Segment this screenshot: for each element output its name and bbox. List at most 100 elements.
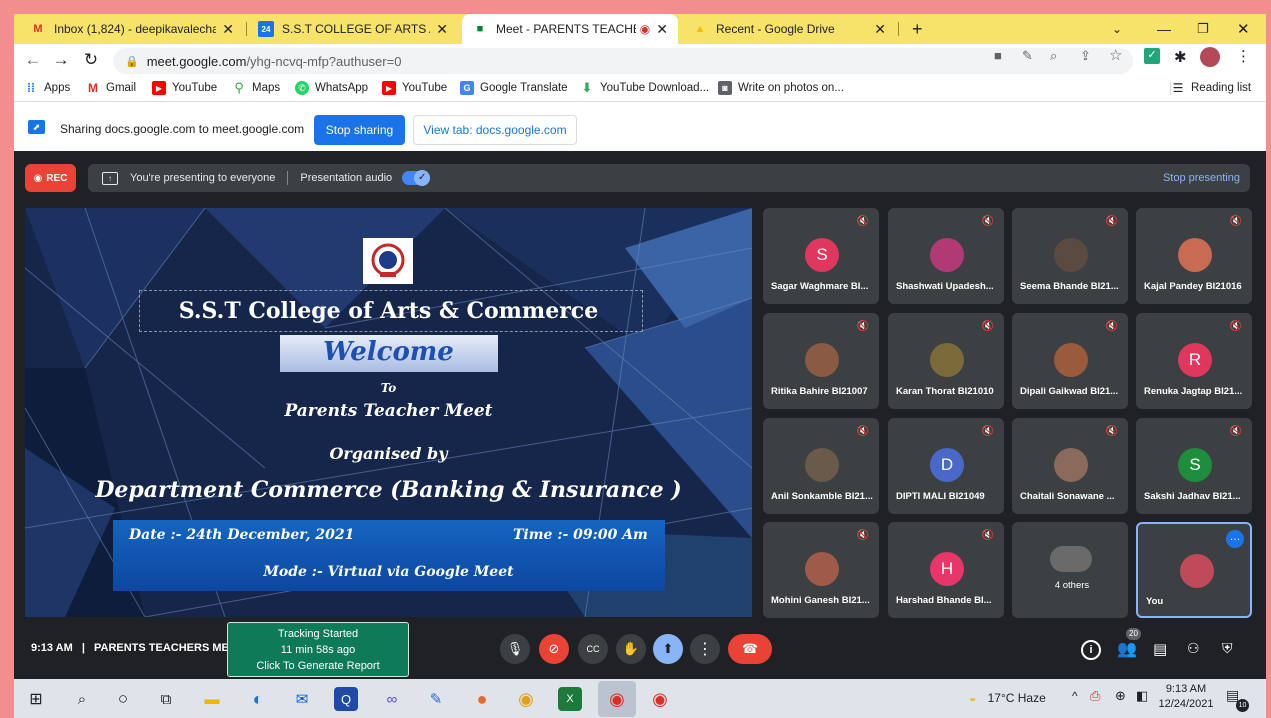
stop-sharing-button[interactable]: Stop sharing [314, 115, 405, 145]
task-view-icon[interactable]: ⧉ [154, 687, 178, 711]
mail-icon[interactable]: ✉ [290, 687, 314, 711]
notes-icon[interactable]: ✎ [424, 687, 448, 711]
participant-avatar [805, 343, 839, 377]
bookmark-translate[interactable]: G Google Translate [460, 81, 568, 95]
tracking-popup[interactable]: Tracking Started 11 min 58s ago Click To… [227, 622, 409, 677]
close-icon[interactable]: ✕ [874, 21, 886, 38]
recording-indicator[interactable]: ◉ REC [25, 164, 76, 192]
share-icon[interactable]: ⇪ [1080, 48, 1091, 64]
app-q-icon[interactable]: Q [334, 687, 358, 711]
participant-tile[interactable]: 🔇 Chaitali Sonawane ... [1012, 418, 1128, 514]
participant-tile[interactable]: 🔇 Mohini Ganesh BI21... [763, 522, 879, 618]
chat-icon[interactable]: ▤ [1153, 640, 1167, 658]
people-icon[interactable]: 👥 [1117, 639, 1137, 659]
extension-check-icon[interactable]: ✓ [1144, 48, 1160, 64]
minimize-icon[interactable]: — [1147, 14, 1173, 44]
generate-report-link[interactable]: Click To Generate Report [228, 658, 408, 674]
leave-call-icon[interactable]: ☎ [728, 634, 772, 664]
participant-tile[interactable]: 🔇 R Renuka Jagtap BI21... [1136, 313, 1252, 409]
bookmark-whatsapp[interactable]: ✆ WhatsApp [295, 81, 368, 95]
tile-options-icon[interactable]: … [1226, 530, 1244, 548]
bookmark-apps[interactable]: ⁞⁞ Apps [24, 81, 70, 95]
infinity-app-icon[interactable]: ∞ [380, 687, 404, 711]
microphone-icon[interactable]: 🎙 [500, 634, 530, 664]
present-now-icon[interactable]: ⬆ [653, 634, 683, 664]
view-tab-button[interactable]: View tab: docs.google.com [413, 115, 577, 145]
search-icon[interactable]: ⌕ [70, 687, 94, 711]
camera-off-icon[interactable]: ⊘ [539, 634, 569, 664]
maps-icon: ⚲ [234, 80, 244, 95]
participant-tile[interactable]: 🔇 S Sagar Waghmare BI... [763, 208, 879, 304]
chrome-profile-icon[interactable]: ◉ [648, 687, 672, 711]
participant-tile[interactable]: 🔇 Dipali Gaikwad BI21... [1012, 313, 1128, 409]
participant-name: Ritika Bahire BI21007 [771, 386, 868, 397]
pdf-icon[interactable]: ⎙ [1090, 688, 1100, 704]
presentation-audio-toggle[interactable]: ✓ [402, 170, 431, 186]
more-options-icon[interactable]: ⋮ [690, 634, 720, 664]
reading-list-button[interactable]: ☰ Reading list [1170, 81, 1251, 95]
forward-arrow-icon[interactable]: → [50, 49, 72, 71]
close-icon[interactable]: ✕ [436, 21, 448, 38]
host-controls-icon[interactable]: ⛨ [1222, 640, 1233, 657]
meeting-details-icon[interactable]: i [1081, 640, 1101, 660]
participant-tile[interactable]: … You [1136, 522, 1252, 618]
weather-widget[interactable]: ◒ 17°C Haze [969, 691, 1046, 705]
participant-tile[interactable]: 🔇 H Harshad Bhande BI... [888, 522, 1004, 618]
cortana-icon[interactable]: ○ [111, 687, 135, 711]
excel-icon[interactable]: X [558, 687, 582, 711]
chrome-active-icon[interactable]: ◉ [598, 681, 636, 717]
profile-avatar[interactable] [1200, 47, 1220, 67]
bookmark-write-on-photos[interactable]: ◙ Write on photos on... [718, 81, 844, 95]
bookmark-youtube-download[interactable]: ⬇ YouTube Download... [580, 80, 710, 95]
bookmark-gmail[interactable]: M Gmail [86, 81, 136, 95]
chrome-icon[interactable]: ◉ [514, 687, 538, 711]
restore-icon[interactable]: ❐ [1187, 14, 1213, 44]
notifications-blocked-icon[interactable]: ✎ [1022, 48, 1033, 64]
close-icon[interactable]: ✕ [656, 21, 668, 38]
show-hidden-icons-icon[interactable]: ^ [1072, 689, 1078, 703]
bookmark-youtube-2[interactable]: ▶ YouTube [382, 81, 447, 95]
participant-tile[interactable]: 🔇 Seema Bhande BI21... [1012, 208, 1128, 304]
raise-hand-icon[interactable]: ✋ [616, 634, 646, 664]
address-bar[interactable]: 🔒 meet.google.com /yhg-ncvq-mfp?authuser… [113, 48, 1133, 74]
college-logo [363, 238, 413, 284]
tab-college[interactable]: 24 S.S.T COLLEGE OF ARTS AND CO ✕ [248, 14, 458, 44]
bookmark-youtube[interactable]: ▶ YouTube [152, 81, 217, 95]
activities-icon[interactable]: ⚇ [1187, 640, 1200, 657]
participant-tile[interactable]: 🔇 Karan Thorat BI21010 [888, 313, 1004, 409]
system-clock[interactable]: 9:13 AM 12/24/2021 [1157, 682, 1215, 712]
participant-tile[interactable]: 🔇 Ritika Bahire BI21007 [763, 313, 879, 409]
tab-gmail[interactable]: M Inbox (1,824) - deepikavalecha@ ✕ [20, 14, 244, 44]
file-explorer-icon[interactable]: ▬ [200, 687, 224, 711]
bookmark-label: Write on photos on... [738, 82, 844, 94]
participant-tile[interactable]: 🔇 Shashwati Upadesh... [888, 208, 1004, 304]
speaker-icon[interactable]: ◧ [1136, 688, 1148, 704]
network-icon[interactable]: ⊕ [1115, 688, 1126, 704]
extensions-puzzle-icon[interactable]: ✱ [1174, 48, 1187, 66]
participant-tile[interactable]: 🔇 Anil Sonkamble BI21... [763, 418, 879, 514]
window-close-icon[interactable]: ✕ [1227, 14, 1253, 44]
windows-start-icon[interactable]: ⊞ [24, 687, 48, 711]
tab-search-chevron-icon[interactable]: ⌄ [1102, 14, 1128, 44]
back-arrow-icon[interactable]: ← [22, 49, 44, 71]
bookmark-maps[interactable]: ⚲ Maps [232, 80, 280, 95]
participant-tile[interactable]: 🔇 D DIPTI MALI BI21049 [888, 418, 1004, 514]
zoom-icon[interactable]: ⌕ [1050, 48, 1057, 64]
captions-icon[interactable]: CC [578, 634, 608, 664]
stop-presenting-button[interactable]: Stop presenting [1163, 172, 1240, 184]
reload-icon[interactable]: ↻ [80, 49, 102, 71]
new-tab-button[interactable]: + [902, 14, 932, 44]
tab-drive[interactable]: ▲ Recent - Google Drive ✕ [682, 14, 896, 44]
camera-icon[interactable]: ■ [994, 48, 1002, 63]
firefox-icon[interactable]: ● [470, 687, 494, 711]
close-icon[interactable]: ✕ [222, 21, 234, 38]
participant-tile[interactable]: 🔇 Kajal Pandey BI21016 [1136, 208, 1252, 304]
participant-tile[interactable]: 🔇 S Sakshi Jadhav BI21... [1136, 418, 1252, 514]
participant-name: Harshad Bhande BI... [896, 595, 992, 606]
tab-meet[interactable]: ■ Meet - PARENTS TEACHERS ◉ ✕ [462, 14, 678, 44]
bookmark-star-icon[interactable]: ☆ [1109, 46, 1122, 64]
participant-avatar [1054, 238, 1088, 272]
participant-tile[interactable]: 4 others [1012, 522, 1128, 618]
more-menu-icon[interactable]: ⋮ [1236, 47, 1251, 65]
edge-icon[interactable]: ◐ [246, 687, 270, 711]
